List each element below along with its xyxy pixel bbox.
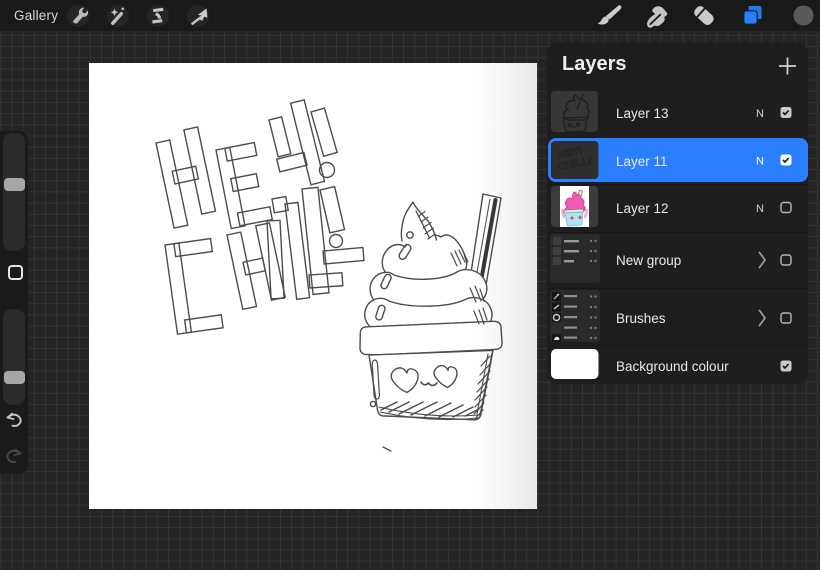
- svg-text:N: N: [756, 203, 764, 215]
- svg-text:N: N: [756, 108, 764, 120]
- svg-text:N: N: [756, 156, 764, 168]
